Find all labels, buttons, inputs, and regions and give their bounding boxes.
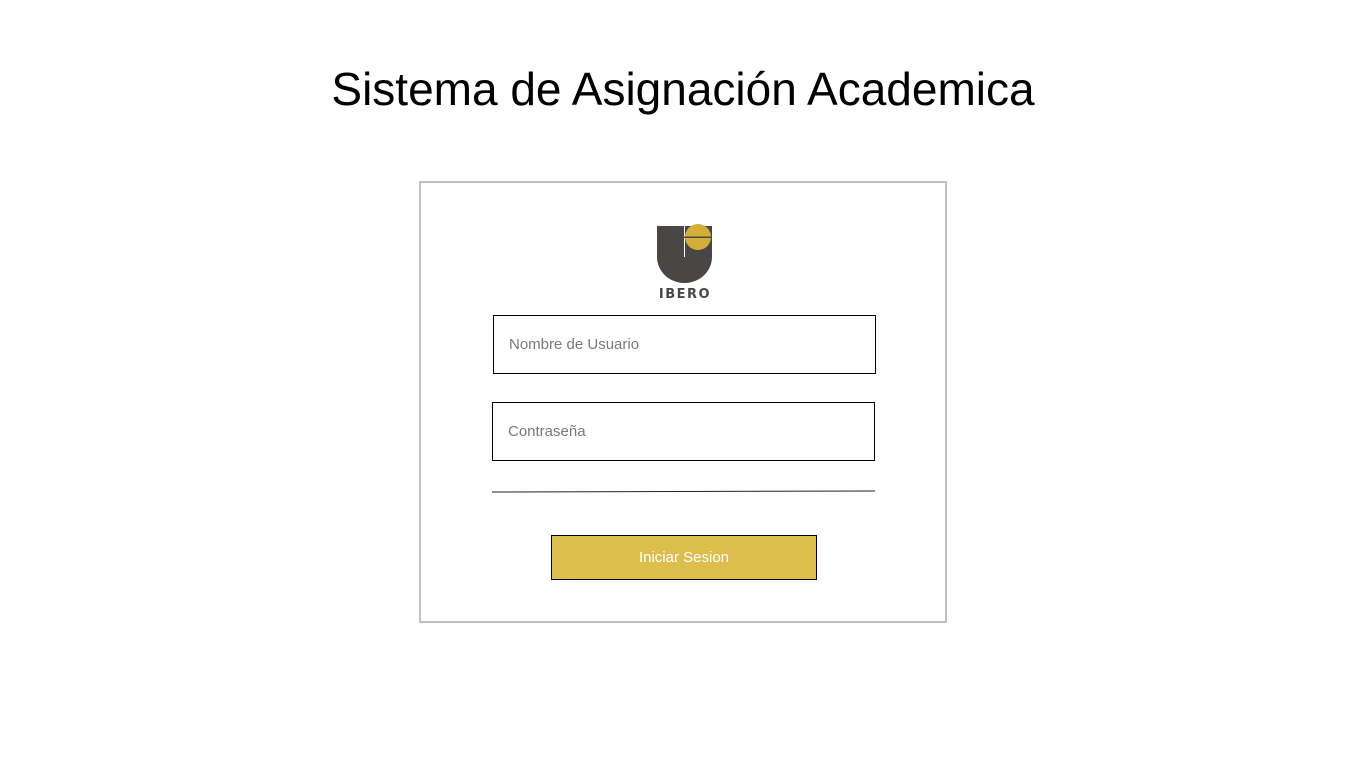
logo-text: IBERO <box>658 287 712 302</box>
username-field[interactable] <box>493 315 876 374</box>
password-input[interactable] <box>493 403 874 460</box>
login-card: IBERO Iniciar Sesion <box>419 181 947 623</box>
ibero-logo-icon <box>657 224 712 283</box>
password-field[interactable] <box>492 402 875 461</box>
login-page: Sistema de Asignación Academica IBERO In… <box>0 0 1366 768</box>
login-button[interactable]: Iniciar Sesion <box>551 535 817 580</box>
username-input[interactable] <box>494 316 875 373</box>
ibero-logo: IBERO <box>656 223 716 303</box>
page-title: Sistema de Asignación Academica <box>331 63 1035 115</box>
divider <box>491 490 876 493</box>
